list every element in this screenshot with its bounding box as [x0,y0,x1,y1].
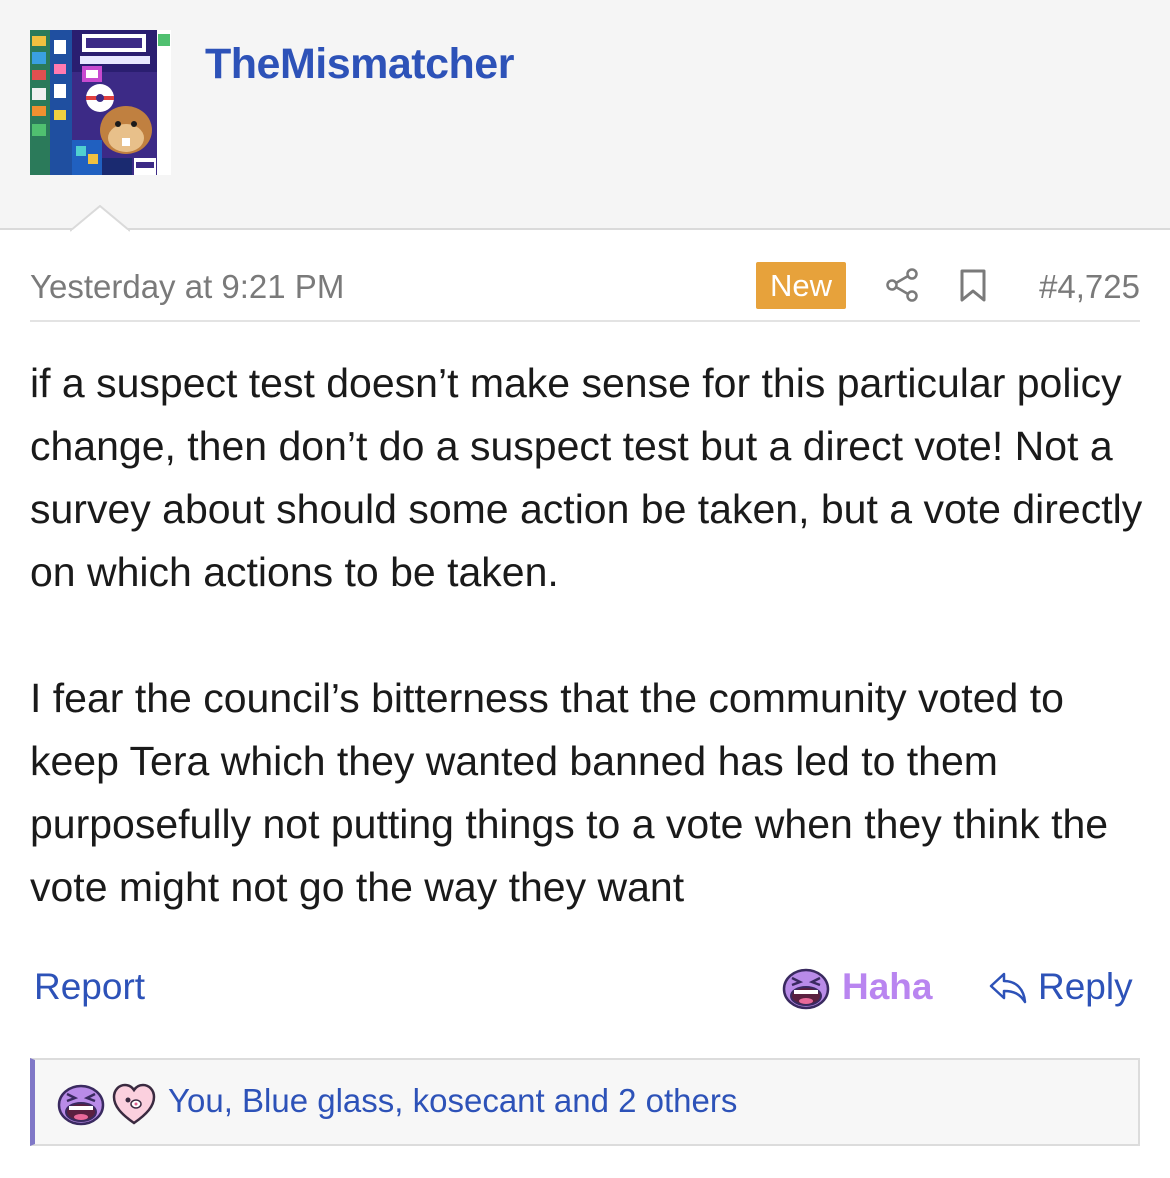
post-timestamp[interactable]: Yesterday at 9:21 PM [30,268,344,306]
post-body: if a suspect test doesn’t make sense for… [30,352,1150,919]
love-heart-icon [112,1083,156,1125]
haha-label: Haha [842,966,933,1007]
post-pointer-arrow [70,205,130,232]
haha-face-icon [782,968,830,1010]
post-paragraph: if a suspect test doesn’t make sense for… [30,360,1143,595]
reactions-bar[interactable]: You, Blue glass, kosecant and 2 others [30,1058,1140,1146]
post-number-link[interactable]: #4,725 [1039,268,1140,306]
post-meta: Yesterday at 9:21 PM New #4,725 [30,258,1140,322]
haha-face-icon [57,1084,105,1126]
reactors-summary[interactable]: You, Blue glass, kosecant and 2 others [168,1082,737,1120]
report-link[interactable]: Report [34,966,145,1008]
user-avatar[interactable] [30,30,171,175]
user-header: TheMismatcher [0,0,1170,232]
podcast-pixel-avatar-icon [30,30,171,175]
forum-post: TheMismatcher Yesterday at 9:21 PM New #… [0,0,1170,1178]
share-icon[interactable] [885,268,919,302]
post-paragraph: I fear the council’s bitterness that the… [30,675,1109,910]
bookmark-icon[interactable] [959,269,987,303]
new-badge: New [756,262,846,309]
reply-arrow-icon [989,972,1027,1004]
reply-label: Reply [1038,966,1133,1007]
username[interactable]: TheMismatcher [205,40,514,89]
